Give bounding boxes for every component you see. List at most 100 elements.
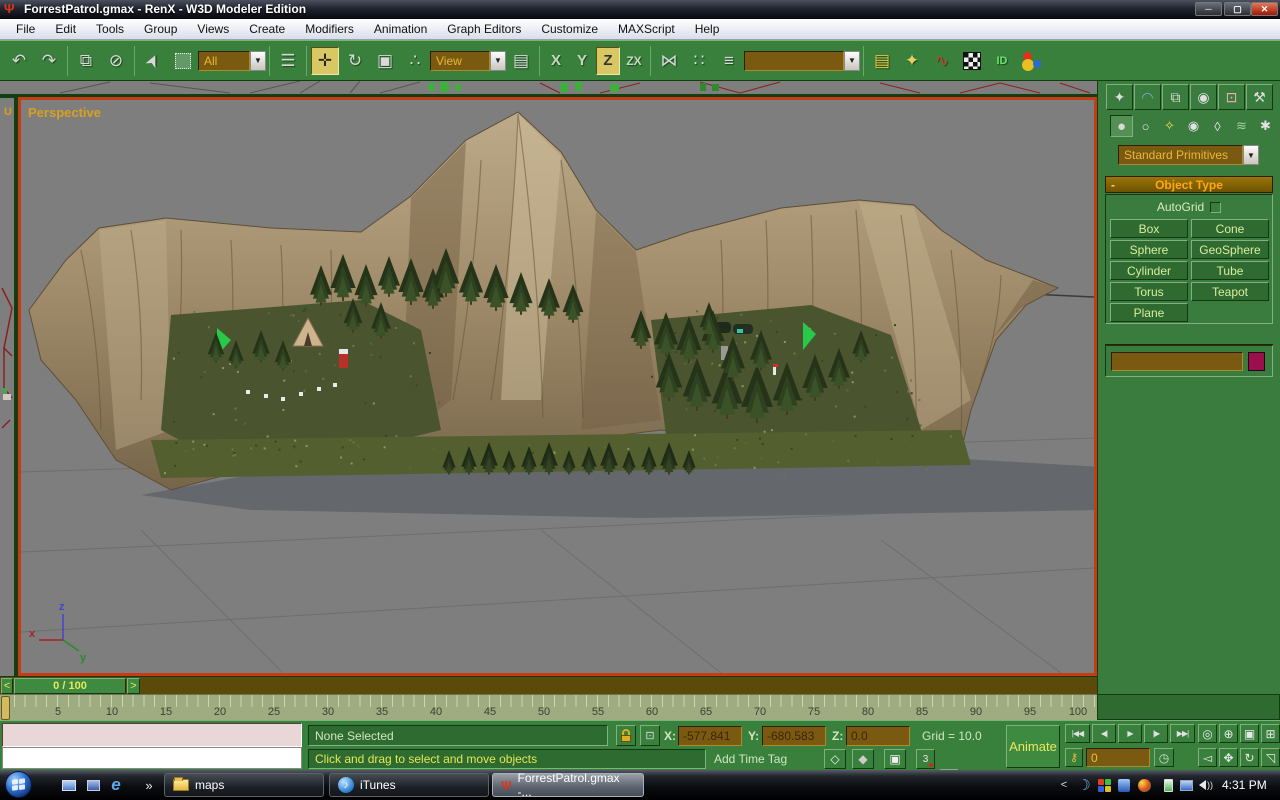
- lights-subtab-icon[interactable]: ✧: [1158, 115, 1181, 137]
- tray-network-icon[interactable]: [1178, 777, 1194, 793]
- cylinder-button[interactable]: Cylinder: [1110, 261, 1188, 280]
- menu-animation[interactable]: Animation: [364, 20, 437, 38]
- add-time-tag[interactable]: Add Time Tag: [714, 752, 787, 766]
- named-selection-dropdown[interactable]: [744, 51, 844, 71]
- maxscript-listener-white[interactable]: [2, 747, 302, 769]
- tray-collapse-chevron[interactable]: <: [1056, 777, 1072, 793]
- rectangular-selection-icon[interactable]: [169, 47, 197, 75]
- time-configuration-icon[interactable]: ◷: [1154, 748, 1174, 767]
- restrict-y-button[interactable]: Y: [570, 47, 594, 75]
- track-view-icon[interactable]: ▤: [868, 47, 896, 75]
- undo-icon[interactable]: ↶: [5, 47, 33, 75]
- time-slider-handle[interactable]: 0 / 100: [14, 678, 126, 694]
- zoom-extents-all-icon[interactable]: ⊞: [1261, 724, 1280, 743]
- tray-moon-icon[interactable]: ☽: [1076, 777, 1092, 793]
- internet-explorer-icon[interactable]: e: [107, 776, 125, 794]
- field-of-view-icon[interactable]: ◅: [1198, 748, 1217, 767]
- cone-button[interactable]: Cone: [1191, 219, 1269, 238]
- box-button[interactable]: Box: [1110, 219, 1188, 238]
- zoom-all-icon[interactable]: ⊕: [1219, 724, 1238, 743]
- track-bar[interactable]: 5 10 15 20 25 30 35 40 45 50 55 60 65 70…: [0, 694, 1097, 720]
- zoom-icon[interactable]: ◎: [1198, 724, 1217, 743]
- menu-graph-editors[interactable]: Graph Editors: [437, 20, 531, 38]
- schematic-view-icon[interactable]: ✦: [898, 47, 926, 75]
- object-color-swatch[interactable]: [1248, 352, 1265, 371]
- zoom-extents-icon[interactable]: ▣: [1240, 724, 1259, 743]
- x-coord-field[interactable]: -577.841: [678, 726, 742, 746]
- degradation-cube-icon[interactable]: ◇: [824, 749, 846, 769]
- quick-launch-switcher-icon[interactable]: [84, 776, 102, 794]
- next-frame-playback-button[interactable]: |▶: [1144, 724, 1168, 743]
- select-and-move-icon[interactable]: ✛: [311, 47, 339, 75]
- use-pivot-center-icon[interactable]: ▤: [507, 47, 535, 75]
- object-type-rollout-header[interactable]: - Object Type: [1105, 176, 1273, 193]
- select-by-name-icon[interactable]: ☰: [274, 47, 302, 75]
- selection-filter-dropdown[interactable]: All: [198, 51, 250, 71]
- track-bar-thumb[interactable]: [1, 696, 10, 720]
- autogrid-checkbox[interactable]: [1210, 202, 1221, 213]
- object-name-input[interactable]: [1111, 352, 1243, 371]
- absolute-offset-toggle-icon[interactable]: ⊡: [640, 725, 660, 746]
- go-to-end-button[interactable]: ▶▶|: [1170, 724, 1195, 743]
- menu-modifiers[interactable]: Modifiers: [295, 20, 364, 38]
- taskbar-button-itunes[interactable]: ♪ iTunes: [329, 773, 489, 797]
- select-and-rotate-icon[interactable]: ↻: [341, 47, 369, 75]
- pan-icon[interactable]: ✥: [1219, 748, 1238, 767]
- spacewarps-subtab-icon[interactable]: ≋: [1230, 115, 1253, 137]
- modify-tab-icon[interactable]: ◠: [1134, 84, 1161, 110]
- menu-help[interactable]: Help: [685, 20, 730, 38]
- key-mode-toggle-icon[interactable]: ⚷: [1065, 748, 1083, 767]
- selection-lock-icon[interactable]: [616, 725, 636, 746]
- animate-button[interactable]: Animate: [1006, 725, 1060, 768]
- go-to-start-button[interactable]: |◀◀: [1065, 724, 1090, 743]
- tray-power-icon[interactable]: [1160, 777, 1176, 793]
- curve-editor-icon[interactable]: ∿: [928, 47, 956, 75]
- maxscript-listener-pink[interactable]: [2, 723, 302, 747]
- reference-coordinate-dropdown[interactable]: View: [430, 51, 490, 71]
- restrict-z-button[interactable]: Z: [596, 47, 620, 75]
- menu-create[interactable]: Create: [239, 20, 295, 38]
- teapot-button[interactable]: Teapot: [1191, 282, 1269, 301]
- degradation-override-icon[interactable]: ◆: [852, 749, 874, 769]
- select-and-manipulate-icon[interactable]: ∴: [401, 47, 429, 75]
- plane-button[interactable]: Plane: [1110, 303, 1188, 322]
- restrict-plane-button[interactable]: ZX: [622, 47, 646, 75]
- geosphere-button[interactable]: GeoSphere: [1191, 240, 1269, 259]
- viewport-label[interactable]: Perspective: [28, 105, 101, 120]
- menu-edit[interactable]: Edit: [45, 20, 86, 38]
- restrict-x-button[interactable]: X: [544, 47, 568, 75]
- motion-tab-icon[interactable]: ◉: [1190, 84, 1217, 110]
- quick-launch-more-chevron[interactable]: »: [140, 776, 158, 794]
- systems-subtab-icon[interactable]: ✱: [1254, 115, 1277, 137]
- select-object-icon[interactable]: ➤: [134, 42, 171, 79]
- menu-group[interactable]: Group: [134, 20, 187, 38]
- material-editor-icon[interactable]: [958, 47, 986, 75]
- top-viewport-sliver[interactable]: [0, 81, 1097, 94]
- time-slider-track[interactable]: < 0 / 100 >: [0, 676, 1097, 694]
- torus-button[interactable]: Torus: [1110, 282, 1188, 301]
- menu-customize[interactable]: Customize: [531, 20, 608, 38]
- z-coord-field[interactable]: 0.0: [846, 726, 910, 746]
- taskbar-button-forrestpatrol[interactable]: Ψ ForrestPatrol.gmax -...: [492, 773, 644, 797]
- left-viewport-sliver[interactable]: U: [0, 98, 14, 676]
- category-dropdown-arrow[interactable]: ▼: [1243, 145, 1259, 165]
- utilities-tab-icon[interactable]: ⚒: [1246, 84, 1273, 110]
- menu-maxscript[interactable]: MAXScript: [608, 20, 685, 38]
- shapes-subtab-icon[interactable]: ○: [1134, 115, 1157, 137]
- next-frame-button[interactable]: >: [127, 678, 140, 694]
- arc-rotate-icon[interactable]: ↻: [1240, 748, 1259, 767]
- mirror-icon[interactable]: ⋈: [655, 47, 683, 75]
- perspective-viewport[interactable]: Perspective: [18, 97, 1097, 676]
- tray-color-wheel-icon[interactable]: [1136, 777, 1152, 793]
- render-icon[interactable]: [1018, 47, 1046, 75]
- current-frame-field[interactable]: 0: [1086, 748, 1150, 767]
- min-max-toggle-icon[interactable]: ◹: [1261, 748, 1280, 767]
- helpers-subtab-icon[interactable]: ◊: [1206, 115, 1229, 137]
- previous-frame-playback-button[interactable]: ◀|: [1092, 724, 1116, 743]
- menu-file[interactable]: File: [6, 20, 45, 38]
- tray-app-grid-icon[interactable]: [1096, 777, 1112, 793]
- cameras-subtab-icon[interactable]: ◉: [1182, 115, 1205, 137]
- unlink-selection-icon[interactable]: ⊘: [102, 47, 130, 75]
- tray-volume-icon[interactable]: )): [1198, 777, 1214, 793]
- select-and-link-icon[interactable]: ⧉: [72, 47, 100, 75]
